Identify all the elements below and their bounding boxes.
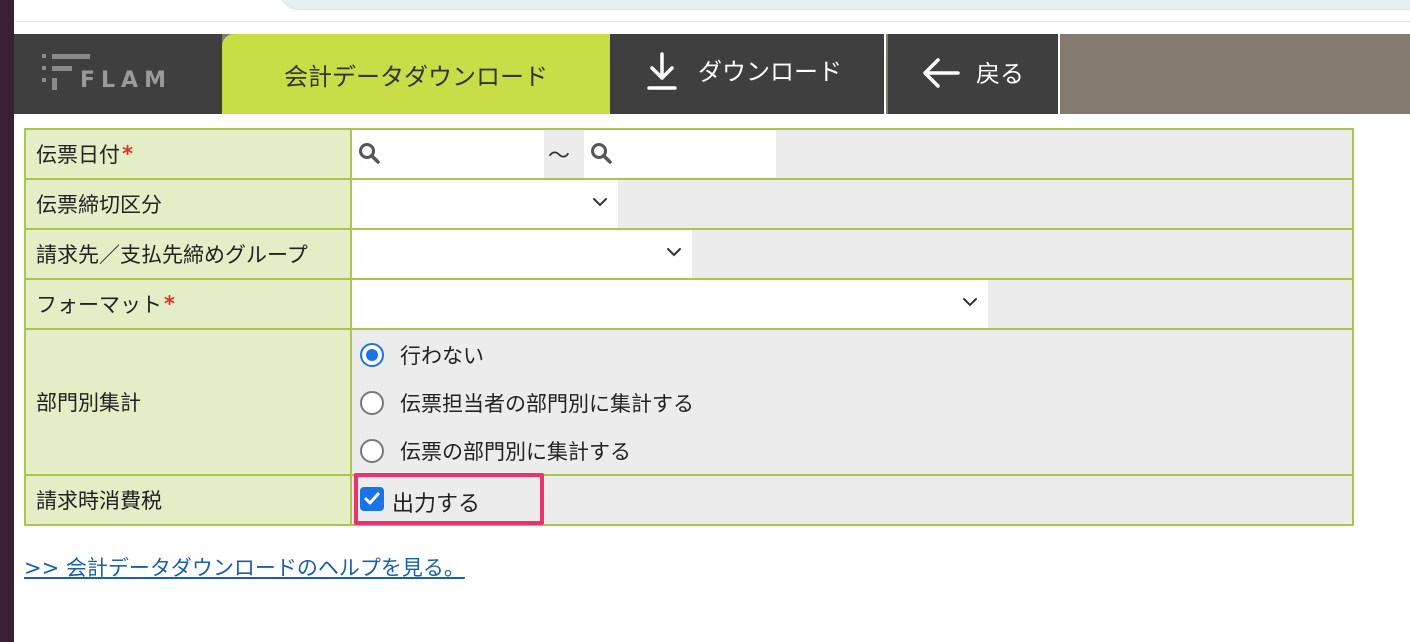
radio-option-by-staff-department[interactable]: 伝票担当者の部門別に集計する — [352, 379, 1352, 427]
row-billing-group: 請求先／支払先締めグループ — [26, 230, 1352, 280]
row-format: フォーマット * — [26, 280, 1352, 330]
label-billing-tax: 請求時消費税 — [26, 476, 352, 524]
required-mark: * — [164, 292, 175, 316]
label-text: 部門別集計 — [36, 391, 141, 415]
window-edge — [0, 0, 14, 642]
row-department-aggregation: 部門別集計 行わない 伝票担当者の部門別に集計する 伝票の部門別に集計する — [26, 330, 1352, 476]
radio-button[interactable] — [360, 391, 384, 415]
label-text: 伝票日付 — [36, 143, 120, 167]
chevron-down-icon — [593, 198, 607, 207]
closing-division-cell — [352, 180, 1352, 228]
row-billing-tax: 請求時消費税 出力する — [26, 473, 1352, 525]
billing-group-select[interactable] — [352, 230, 692, 278]
back-button[interactable]: 戻る — [888, 34, 1060, 114]
format-cell — [352, 280, 1352, 328]
label-text: フォーマット — [36, 293, 162, 317]
radio-option-none[interactable]: 行わない — [352, 331, 1352, 379]
radio-button[interactable] — [360, 343, 384, 367]
help-link[interactable]: >> 会計データダウンロードのヘルプを見る。 — [24, 552, 465, 582]
date-to-input[interactable] — [584, 130, 776, 178]
label-closing-division: 伝票締切区分 — [26, 180, 352, 228]
download-label: ダウンロード — [698, 58, 842, 86]
chevron-down-icon — [667, 248, 681, 257]
format-select[interactable] — [352, 280, 988, 328]
label-billing-group: 請求先／支払先締めグループ — [26, 230, 352, 278]
tab-accounting-data-download[interactable]: 会計データダウンロード — [222, 34, 610, 114]
download-button[interactable]: ダウンロード — [610, 34, 886, 114]
range-separator: 〜 — [548, 144, 571, 169]
app-header: FLAM 会計データダウンロード ダウンロード 戻る — [14, 34, 1410, 114]
checkmark-icon — [364, 492, 380, 505]
label-text: 請求先／支払先締めグループ — [36, 243, 308, 267]
label-format: フォーマット * — [26, 280, 352, 328]
department-options: 行わない 伝票担当者の部門別に集計する 伝票の部門別に集計する — [352, 330, 1352, 474]
radio-option-by-slip-department[interactable]: 伝票の部門別に集計する — [352, 427, 1352, 475]
download-form: 伝票日付 * 〜 伝票締切区分 請求先／支払先締めグループ フォーマット * 部… — [24, 128, 1354, 526]
label-slip-date: 伝票日付 * — [26, 130, 352, 178]
billing-tax-cell: 出力する — [352, 473, 1352, 525]
date-from-input[interactable] — [352, 130, 544, 178]
required-mark: * — [122, 142, 133, 166]
billing-group-cell — [352, 230, 1352, 278]
slip-date-range: 〜 — [352, 130, 1352, 178]
radio-label: 伝票の部門別に集計する — [400, 440, 631, 464]
radio-label: 伝票担当者の部門別に集計する — [400, 392, 694, 416]
output-checkbox[interactable] — [360, 487, 384, 511]
radio-button[interactable] — [360, 439, 384, 463]
address-bar[interactable] — [279, 0, 1410, 10]
browser-top-strip — [14, 0, 1410, 22]
download-icon — [647, 52, 677, 90]
search-icon — [591, 143, 612, 164]
label-text: 伝票締切区分 — [36, 193, 162, 217]
logo-text: FLAM — [80, 68, 172, 93]
back-label: 戻る — [976, 60, 1024, 88]
chevron-down-icon — [963, 298, 977, 307]
label-department-aggregation: 部門別集計 — [26, 330, 352, 474]
arrow-left-icon — [923, 58, 960, 88]
radio-label: 行わない — [400, 344, 484, 368]
tab-label: 会計データダウンロード — [284, 62, 548, 91]
flam-logo[interactable]: FLAM — [14, 34, 222, 114]
label-text: 請求時消費税 — [36, 489, 162, 513]
row-closing-division: 伝票締切区分 — [26, 180, 1352, 230]
row-slip-date: 伝票日付 * 〜 — [26, 130, 1352, 180]
output-checkbox-label[interactable]: 出力する — [392, 486, 480, 518]
closing-division-select[interactable] — [352, 180, 618, 228]
search-icon — [359, 143, 380, 164]
